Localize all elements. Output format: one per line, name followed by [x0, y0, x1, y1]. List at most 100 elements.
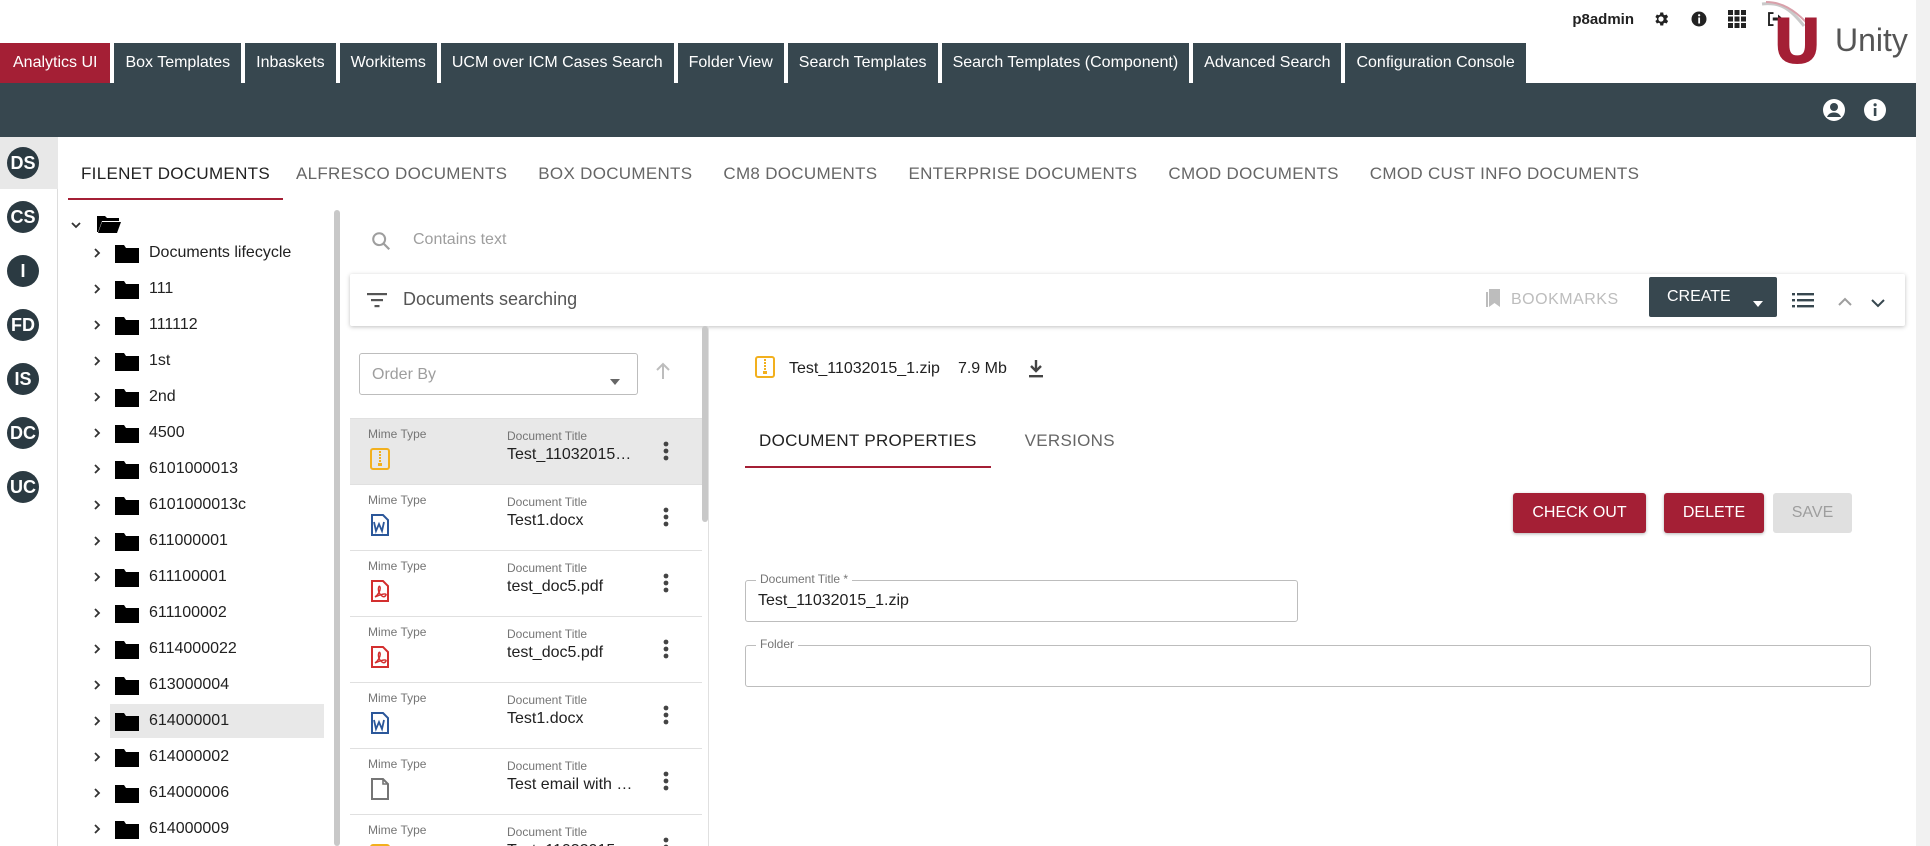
tree-item[interactable]: 614000002 [58, 740, 328, 774]
more-vert-icon[interactable] [662, 505, 670, 529]
tab-filenet-documents[interactable]: FILENET DOCUMENTS [68, 152, 283, 200]
search-box[interactable]: Contains text [350, 220, 1900, 260]
chevron-right-icon[interactable] [90, 678, 104, 692]
list-item[interactable]: Mime Type Document Title Test1.docx [350, 484, 702, 550]
save-button[interactable]: SAVE [1773, 493, 1852, 533]
tree-item[interactable]: 614000009 [58, 812, 328, 846]
apps-grid-icon[interactable] [1726, 8, 1748, 30]
tab-search-templates[interactable]: Search Templates [787, 43, 938, 83]
check-out-button[interactable]: CHECK OUT [1513, 493, 1646, 533]
gear-icon[interactable] [1650, 8, 1672, 30]
tab-cmod-cust-info-documents[interactable]: CMOD CUST INFO DOCUMENTS [1370, 152, 1639, 200]
chevron-right-icon[interactable] [90, 750, 104, 764]
tree-item[interactable]: 613000004 [58, 668, 328, 702]
chevron-right-icon[interactable] [90, 318, 104, 332]
tab-alfresco-documents[interactable]: ALFRESCO DOCUMENTS [296, 152, 507, 200]
sort-ascending-icon[interactable] [655, 362, 671, 385]
rail-item-fd[interactable]: FD [7, 309, 39, 341]
rail-item-i[interactable]: I [7, 255, 39, 287]
create-button[interactable]: CREATE [1649, 277, 1777, 317]
tree-item[interactable]: 111 [58, 272, 328, 306]
more-vert-icon[interactable] [662, 769, 670, 793]
tab-inbaskets[interactable]: Inbaskets [245, 43, 336, 83]
order-by-select[interactable]: Order By [359, 353, 638, 395]
list-item[interactable]: Mime TypeDocument TitleTest_11032015_1.z… [350, 418, 702, 484]
more-vert-icon[interactable] [662, 637, 670, 661]
bookmarks-button[interactable]: BOOKMARKS [1485, 284, 1619, 316]
more-vert-icon[interactable] [662, 835, 670, 846]
info-icon[interactable] [1688, 8, 1710, 30]
chevron-right-icon[interactable] [90, 822, 104, 836]
tab-configuration-console[interactable]: Configuration Console [1345, 43, 1526, 83]
chevron-right-icon[interactable] [90, 606, 104, 620]
tree-item[interactable]: 2nd [58, 380, 328, 414]
list-item[interactable]: Mime Type Document Title Test1.docx [350, 682, 702, 748]
rail-item-cs[interactable]: CS [7, 201, 39, 233]
unity-logo: U Unity [1760, 0, 1920, 80]
filter-icon[interactable] [366, 290, 388, 315]
account-icon[interactable] [1822, 98, 1846, 122]
tree-item[interactable]: 6101000013 [58, 452, 328, 486]
tab-folder-view[interactable]: Folder View [677, 43, 784, 83]
tab-box-documents[interactable]: BOX DOCUMENTS [538, 152, 692, 200]
chevron-right-icon[interactable] [90, 390, 104, 404]
chevron-right-icon[interactable] [90, 426, 104, 440]
chevron-down-icon[interactable] [69, 218, 83, 232]
tree-item[interactable]: 611000001 [58, 524, 328, 558]
list-view-icon[interactable] [1792, 291, 1814, 314]
tree-item[interactable]: 1st [58, 344, 328, 378]
tree-item[interactable]: 614000006 [58, 776, 328, 810]
tree-item[interactable]: 6101000013c [58, 488, 328, 522]
rail-item-dc[interactable]: DC [7, 417, 39, 449]
chevron-right-icon[interactable] [90, 570, 104, 584]
tab-enterprise-documents[interactable]: ENTERPRISE DOCUMENTS [908, 152, 1137, 200]
tree-item[interactable]: 111112 [58, 308, 328, 342]
list-item[interactable]: Mime Type Document Title test_doc5.pdf [350, 550, 702, 616]
chevron-right-icon[interactable] [90, 786, 104, 800]
list-item[interactable]: Mime TypeDocument TitleTest_11032015_1.z… [350, 814, 702, 846]
chevron-right-icon[interactable] [90, 498, 104, 512]
tree-scrollbar[interactable] [334, 210, 340, 846]
more-vert-icon[interactable] [662, 703, 670, 727]
chevron-right-icon[interactable] [90, 246, 104, 260]
chevron-right-icon[interactable] [90, 714, 104, 728]
rail-item-ds[interactable]: DS [7, 147, 39, 179]
tab-advanced-search[interactable]: Advanced Search [1193, 43, 1342, 83]
tree-item[interactable]: 4500 [58, 416, 328, 450]
tab-ucm-over-icm-cases-search[interactable]: UCM over ICM Cases Search [440, 43, 674, 83]
more-vert-icon[interactable] [662, 439, 670, 463]
chevron-up-icon[interactable] [1838, 294, 1852, 312]
tree-item[interactable]: 611100001 [58, 560, 328, 594]
tab-workitems[interactable]: Workitems [339, 43, 437, 83]
info-icon[interactable] [1863, 98, 1887, 122]
chevron-right-icon[interactable] [90, 282, 104, 296]
tab-analytics-ui[interactable]: Analytics UI [0, 43, 111, 83]
search-input[interactable]: Contains text [413, 231, 506, 249]
tab-document-properties[interactable]: DOCUMENT PROPERTIES [745, 418, 991, 468]
chevron-right-icon[interactable] [90, 462, 104, 476]
more-vert-icon[interactable] [662, 571, 670, 595]
page-scrollbar[interactable] [1916, 0, 1930, 846]
delete-button[interactable]: DELETE [1664, 493, 1764, 533]
document-title-field[interactable]: Document Title * Test_11032015_1.zip [745, 572, 1298, 622]
tab-search-templates-component[interactable]: Search Templates (Component) [941, 43, 1190, 83]
folder-field[interactable]: Folder [745, 637, 1871, 687]
chevron-right-icon[interactable] [90, 642, 104, 656]
list-item[interactable]: Mime Type Document Title test_doc5.pdf [350, 616, 702, 682]
chevron-right-icon[interactable] [90, 354, 104, 368]
chevron-down-icon[interactable] [1871, 295, 1885, 313]
tree-item[interactable]: 6114000022 [58, 632, 328, 666]
pdf-icon [370, 646, 390, 668]
tab-box-templates[interactable]: Box Templates [114, 43, 242, 83]
tab-versions[interactable]: VERSIONS [1011, 418, 1129, 468]
rail-item-is[interactable]: IS [7, 363, 39, 395]
tree-item[interactable]: Documents lifecycle [58, 236, 328, 270]
tree-item[interactable]: 614000001 [94, 704, 324, 738]
download-icon[interactable] [1027, 359, 1045, 379]
tree-item[interactable]: 611100002 [58, 596, 328, 630]
chevron-right-icon[interactable] [90, 534, 104, 548]
tab-cmod-documents[interactable]: CMOD DOCUMENTS [1168, 152, 1338, 200]
list-item[interactable]: Mime Type Document Title Test email with a… [350, 748, 702, 814]
rail-item-uc[interactable]: UC [7, 471, 39, 503]
tab-cm8-documents[interactable]: CM8 DOCUMENTS [723, 152, 877, 200]
